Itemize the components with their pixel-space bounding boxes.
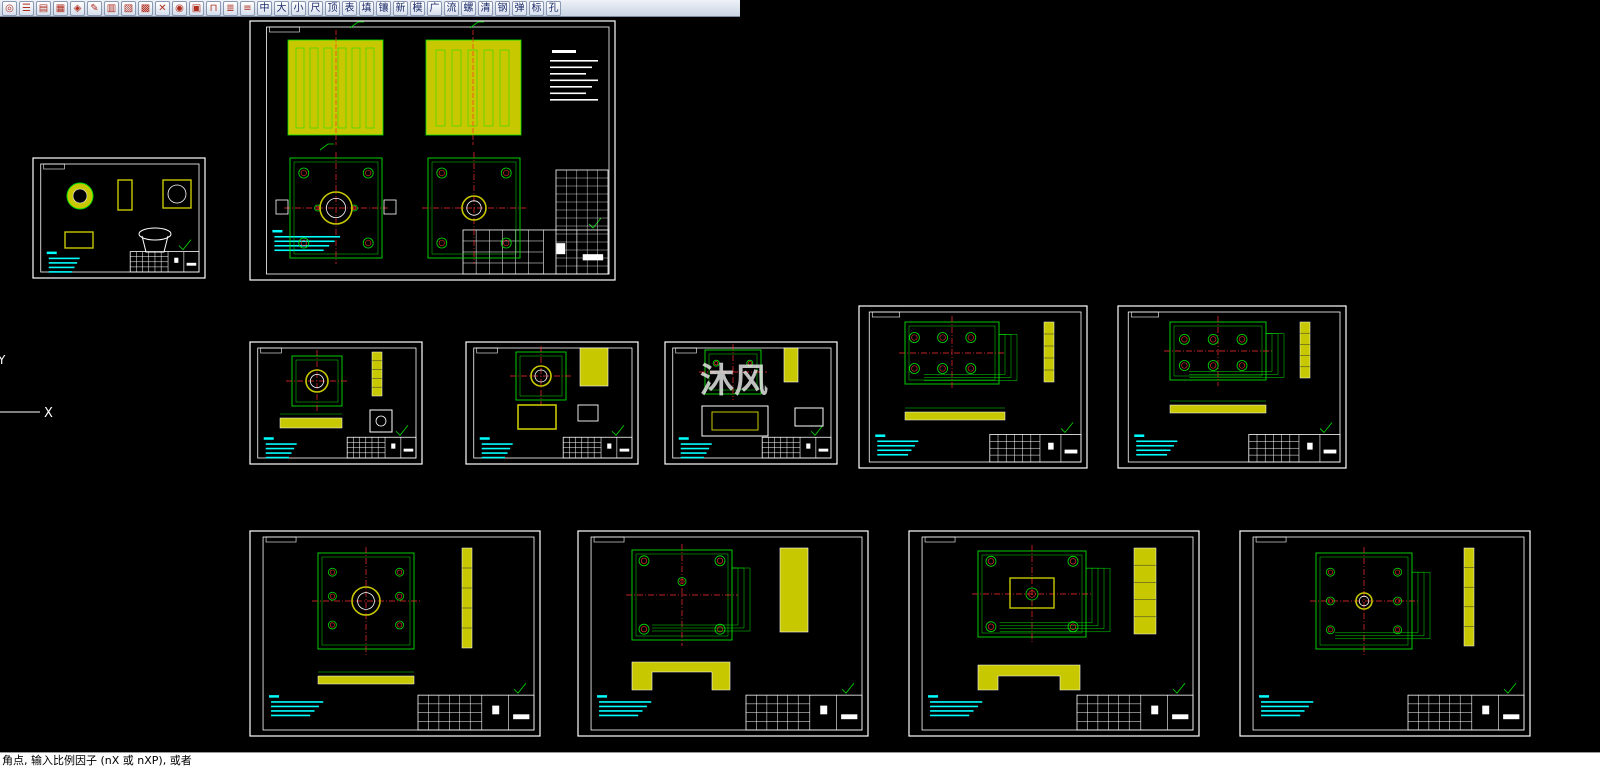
title-block — [417, 694, 535, 731]
block-icon[interactable]: ▩ — [138, 0, 153, 16]
sheet-plate-b[interactable] — [1117, 305, 1347, 469]
clear-button[interactable]: 清 — [478, 0, 493, 16]
center-button[interactable]: 中 — [257, 0, 272, 16]
technical-notes — [479, 437, 513, 459]
stack-icon[interactable]: ≡ — [240, 0, 255, 16]
title-block — [1248, 434, 1341, 463]
steel-button[interactable]: 钢 — [495, 0, 510, 16]
technical-notes — [1134, 434, 1178, 456]
layers-icon[interactable]: ≣ — [223, 0, 238, 16]
svg-text:X: X — [44, 406, 53, 421]
tools-icon[interactable]: ✕ — [155, 0, 170, 16]
title-block — [989, 434, 1082, 463]
draw-circle-icon[interactable]: ◎ — [2, 0, 17, 16]
standard-button[interactable]: 标 — [529, 0, 544, 16]
big-button[interactable]: 大 — [274, 0, 289, 16]
size-button[interactable]: 尺 — [308, 0, 323, 16]
shape-icon[interactable]: ◈ — [70, 0, 85, 16]
fill-button[interactable]: 填 — [359, 0, 374, 16]
mold-button[interactable]: 模 — [410, 0, 425, 16]
technical-notes — [928, 695, 983, 717]
sheet-plate-e[interactable] — [908, 530, 1200, 737]
svg-text:沐风: 沐风 — [700, 361, 768, 401]
title-block — [1407, 694, 1525, 731]
technical-notes — [875, 434, 919, 456]
sheet-product[interactable] — [32, 157, 206, 279]
small-button[interactable]: 小 — [291, 0, 306, 16]
flow-button[interactable]: 流 — [444, 0, 459, 16]
sheet-plate-d[interactable] — [577, 530, 869, 737]
title-block — [562, 436, 633, 459]
watermark-logo: 沐风 — [700, 361, 768, 401]
sheet-assembly[interactable] — [249, 20, 616, 281]
frame-icon[interactable]: ▣ — [189, 0, 204, 16]
target-icon[interactable]: ◉ — [172, 0, 187, 16]
ucs-axis-icon: XY — [0, 353, 53, 421]
technical-notes — [272, 229, 341, 252]
dimension-icon[interactable]: ⊓ — [206, 0, 221, 16]
command-line[interactable]: 角点, 输入比例因子 (nX 或 nXP), 或者 — [0, 752, 1600, 768]
screw-button[interactable]: 螺 — [461, 0, 476, 16]
grain-button[interactable]: 镶 — [376, 0, 391, 16]
sheet-plate-a[interactable] — [858, 305, 1088, 469]
wide-button[interactable]: 广 — [427, 0, 442, 16]
pencil-icon[interactable]: ✎ — [87, 0, 102, 16]
sheet-insert-2[interactable] — [465, 341, 639, 465]
spring-button[interactable]: 弹 — [512, 0, 527, 16]
sheet-plate-c[interactable] — [249, 530, 541, 737]
title-block — [745, 694, 863, 731]
technical-notes — [1259, 695, 1314, 717]
top-button[interactable]: 顶 — [325, 0, 340, 16]
sheet-plate-f[interactable] — [1239, 530, 1531, 737]
title-block — [129, 251, 200, 273]
title-block — [1076, 694, 1194, 731]
drawing-canvas[interactable]: XY沐风 — [0, 17, 1600, 752]
bars-icon[interactable]: ▤ — [36, 0, 51, 16]
svg-text:Y: Y — [0, 353, 6, 367]
sheet-insert-1[interactable] — [249, 341, 423, 465]
technical-notes — [269, 695, 324, 717]
sheet-insert-3[interactable]: 沐风 — [664, 341, 838, 465]
title-block — [761, 436, 832, 459]
cad-toolbar: ◎ ☰ ▤ ▦ ◈ ✎ ▥ ▧ ▩ ✕ ◉ ▣ ⊓ ≣ ≡ 中大小尺顶表填镶新模广流螺清钢弹标孔 — [0, 0, 740, 17]
grid-icon[interactable]: ▥ — [104, 0, 119, 16]
technical-notes — [46, 251, 80, 273]
assembly-notes — [550, 50, 598, 101]
title-block — [346, 436, 417, 459]
chamfer-button[interactable]: 孔 — [546, 0, 561, 16]
table-icon[interactable]: ▦ — [53, 0, 68, 16]
table-text-button[interactable]: 表 — [342, 0, 357, 16]
new-button[interactable]: 新 — [393, 0, 408, 16]
list-icon[interactable]: ☰ — [19, 0, 34, 16]
technical-notes — [678, 437, 712, 459]
technical-notes — [263, 437, 297, 459]
columns-icon[interactable]: ▧ — [121, 0, 136, 16]
technical-notes — [597, 695, 652, 717]
